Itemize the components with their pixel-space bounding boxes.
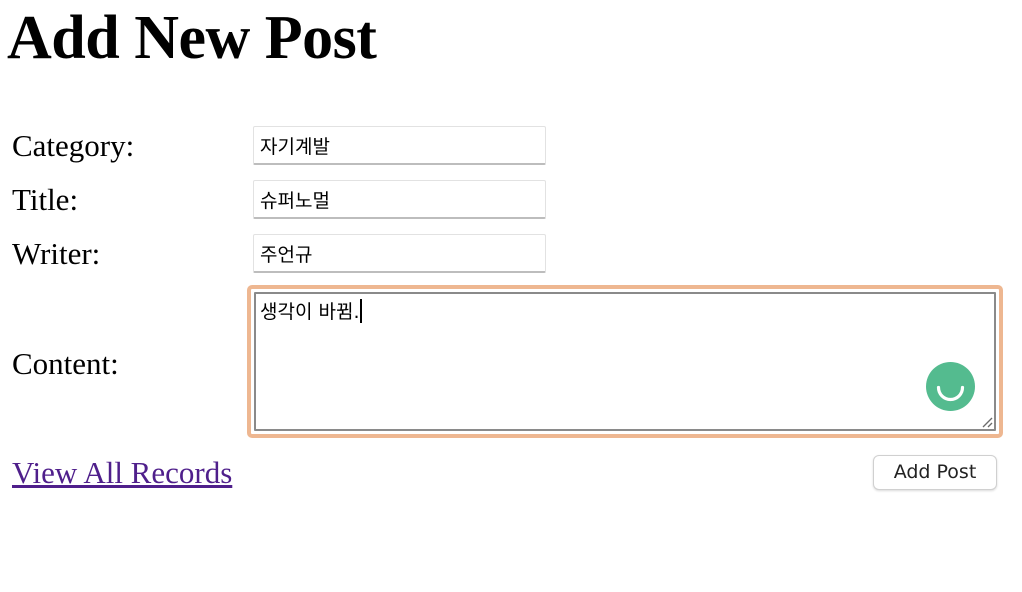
- writer-label: Writer:: [12, 236, 101, 271]
- smile-icon: [936, 385, 965, 402]
- title-label: Title:: [12, 182, 79, 217]
- text-caret: [360, 299, 363, 323]
- content-focus-ring: 생각이 바뀜.: [247, 285, 1003, 438]
- content-label: Content:: [12, 346, 119, 381]
- add-post-button[interactable]: Add Post: [873, 455, 997, 490]
- writer-field[interactable]: [253, 234, 546, 273]
- page-title: Add New Post: [7, 4, 377, 72]
- content-textarea[interactable]: 생각이 바뀜.: [254, 292, 996, 431]
- writing-assistant-badge[interactable]: [926, 362, 975, 411]
- view-all-records-link[interactable]: View All Records: [12, 455, 232, 491]
- category-field[interactable]: [253, 126, 546, 165]
- title-field[interactable]: [253, 180, 546, 219]
- category-label: Category:: [12, 128, 135, 163]
- resize-grip-icon[interactable]: [981, 416, 993, 428]
- content-text: 생각이 바뀜.: [260, 301, 360, 323]
